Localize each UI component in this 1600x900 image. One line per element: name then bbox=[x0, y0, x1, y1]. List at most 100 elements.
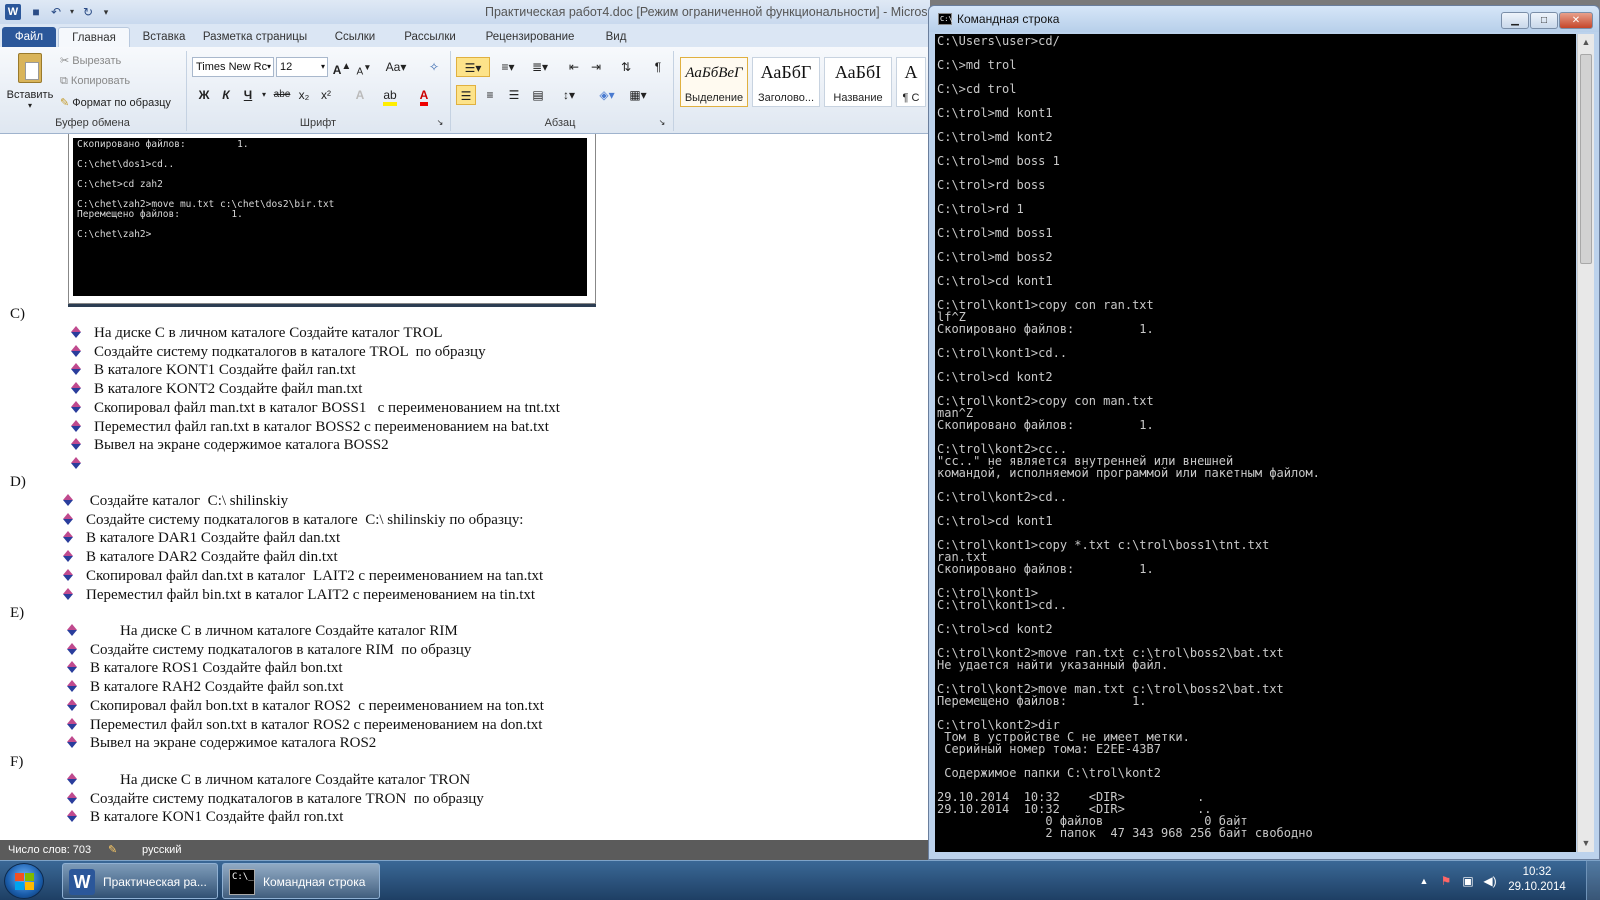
undo-icon[interactable]: ↶ bbox=[48, 4, 64, 20]
line-spacing-button[interactable]: ↕▾ bbox=[556, 85, 582, 105]
cut-button[interactable]: ✂ Вырезать bbox=[60, 54, 121, 67]
word-logo-icon[interactable]: W bbox=[5, 4, 21, 20]
align-left-button[interactable]: ☰ bbox=[456, 85, 476, 105]
scroll-thumb[interactable] bbox=[1580, 54, 1592, 264]
superscript-icon: x² bbox=[321, 88, 331, 102]
font-color-button[interactable]: A bbox=[414, 85, 434, 106]
show-marks-button[interactable]: ¶ bbox=[648, 57, 668, 77]
style-sample: АаБбІ bbox=[834, 62, 882, 82]
list-item-text: На диске С в личном каталоге Создайте ка… bbox=[94, 325, 443, 341]
bold-button[interactable]: Ж bbox=[194, 85, 214, 105]
shading-button[interactable]: ◈▾ bbox=[594, 85, 620, 105]
style-title[interactable]: АаБбІ Название bbox=[824, 57, 892, 107]
underline-button[interactable]: Ч bbox=[238, 85, 258, 105]
save-icon[interactable]: ■ bbox=[28, 4, 44, 20]
underline-dropdown-icon[interactable]: ▾ bbox=[258, 85, 270, 105]
numbered-list-icon: ≡ bbox=[501, 60, 509, 74]
list-item-text: На диске С в личном каталоге Создайте ка… bbox=[90, 772, 471, 788]
scroll-down-icon[interactable]: ▼ bbox=[1578, 835, 1594, 852]
maximize-button[interactable]: □ bbox=[1530, 12, 1558, 29]
document-page[interactable]: Скопировано файлов: 1. C:\chet\dos1>cd..… bbox=[0, 134, 930, 840]
volume-icon[interactable]: ◀) bbox=[1482, 873, 1498, 889]
list-item bbox=[70, 456, 94, 473]
tab-review[interactable]: Рецензирование bbox=[480, 27, 580, 48]
justify-button[interactable]: ▤ bbox=[528, 85, 548, 105]
multilevel-list-button[interactable]: ≣▾ bbox=[526, 57, 554, 77]
list-item: На диске С в личном каталоге Создайте ка… bbox=[70, 325, 443, 342]
undo-dropdown-icon[interactable]: ▾ bbox=[64, 4, 80, 20]
list-item: В каталоге ROS1 Создайте файл bon.txt bbox=[66, 660, 343, 677]
language-indicator[interactable]: русский bbox=[142, 840, 181, 860]
word-count[interactable]: Число слов: 703 bbox=[8, 840, 91, 860]
style-heading[interactable]: АаБбГ Заголово... bbox=[752, 57, 820, 107]
taskbar-item-word[interactable]: W Практическая ра... bbox=[62, 863, 218, 899]
font-dialog-launcher-icon[interactable]: ↘ bbox=[434, 117, 446, 129]
cmd-scrollbar[interactable]: ▲ ▼ bbox=[1577, 34, 1594, 852]
subscript-button[interactable]: x₂ bbox=[294, 85, 314, 105]
align-right-button[interactable]: ☰ bbox=[504, 85, 524, 105]
align-center-button[interactable]: ≡ bbox=[480, 85, 500, 105]
clock-time: 10:32 bbox=[1522, 866, 1552, 878]
style-name: Название bbox=[833, 92, 883, 104]
strikethrough-button[interactable]: abe bbox=[272, 85, 292, 105]
action-center-icon[interactable]: ⚑ bbox=[1438, 873, 1454, 889]
list-item: Создайте систему подкаталогов в каталоге… bbox=[66, 642, 471, 659]
paint-bucket-icon: ◈ bbox=[599, 88, 609, 102]
style-normal[interactable]: А ¶ С bbox=[896, 57, 926, 107]
superscript-button[interactable]: x² bbox=[316, 85, 336, 105]
proofing-icon[interactable]: ✎ bbox=[108, 840, 117, 860]
list-item: Создайте систему подкаталогов в каталоге… bbox=[66, 791, 484, 808]
style-emphasis[interactable]: АаБбВеГ Выделение bbox=[680, 57, 748, 107]
customize-qat-icon[interactable]: ▾ bbox=[98, 4, 114, 20]
list-item: Создайте каталог С:\ shilinskiy bbox=[62, 493, 288, 510]
show-hidden-icons-icon[interactable]: ▲ bbox=[1416, 873, 1432, 889]
arrow-bullet-icon bbox=[70, 344, 84, 358]
taskbar-item-cmd[interactable]: C:\_ Командная строка bbox=[222, 863, 380, 899]
borders-button[interactable]: ▦▾ bbox=[624, 85, 652, 105]
copy-button[interactable]: ⧉ Копировать bbox=[60, 75, 130, 88]
tab-insert[interactable]: Вставка bbox=[134, 27, 194, 48]
tab-page-layout[interactable]: Разметка страницы bbox=[200, 27, 310, 48]
minimize-button[interactable]: ▁ bbox=[1501, 12, 1529, 29]
close-button[interactable]: ✕ bbox=[1559, 12, 1593, 29]
tab-home[interactable]: Главная bbox=[58, 27, 130, 48]
grow-font-button[interactable]: A▲ bbox=[332, 57, 352, 77]
clear-format-button[interactable]: ✧ bbox=[424, 57, 444, 77]
font-name-combo[interactable]: Times New Rc ▾ bbox=[192, 57, 274, 77]
tab-file[interactable]: Файл bbox=[2, 27, 56, 48]
tab-mailings[interactable]: Рассылки bbox=[400, 27, 460, 48]
increase-indent-button[interactable]: ⇥ bbox=[586, 57, 606, 77]
scroll-up-icon[interactable]: ▲ bbox=[1578, 34, 1594, 51]
tab-references[interactable]: Ссылки bbox=[330, 27, 380, 48]
section-label: F) bbox=[10, 754, 24, 770]
redo-icon[interactable]: ↻ bbox=[80, 4, 96, 20]
decrease-indent-button[interactable]: ⇤ bbox=[564, 57, 584, 77]
shrink-font-button[interactable]: A▼ bbox=[354, 57, 374, 77]
paste-button[interactable]: Вставить ▾ bbox=[6, 51, 54, 113]
tab-view[interactable]: Вид bbox=[598, 27, 634, 48]
highlight-button[interactable]: ab bbox=[380, 85, 400, 106]
cmd-console-area[interactable]: C:\Users\user>cd/ C:\>md trol C:\>cd tro… bbox=[935, 34, 1576, 852]
bullets-button[interactable]: ☰▾ bbox=[456, 57, 490, 77]
sort-button[interactable]: ⇅ bbox=[616, 57, 636, 77]
list-item: Вывел на экране содержимое каталога BOSS… bbox=[70, 437, 389, 454]
network-icon[interactable]: ▣ bbox=[1460, 873, 1476, 889]
paragraph-dialog-launcher-icon[interactable]: ↘ bbox=[656, 117, 668, 129]
clock[interactable]: 10:32 29.10.2014 bbox=[1502, 865, 1572, 895]
cmd-window-icon[interactable]: C:\ bbox=[938, 13, 953, 25]
arrow-bullet-icon bbox=[70, 400, 84, 414]
cmd-titlebar[interactable]: C:\ Командная строка ▁ □ ✕ bbox=[929, 6, 1599, 32]
list-item: В каталоге RAH2 Создайте файл son.txt bbox=[66, 679, 343, 696]
change-case-button[interactable]: Aa▾ bbox=[382, 57, 410, 77]
word-titlebar[interactable]: W ■ ↶ ▾ ↻ ▾ Практическая работ4.doc [Реж… bbox=[0, 0, 941, 24]
arrow-bullet-icon bbox=[62, 568, 76, 582]
text-effects-button[interactable]: A bbox=[350, 85, 370, 105]
format-painter-button[interactable]: ✎ Формат по образцу bbox=[60, 96, 171, 109]
italic-icon: К bbox=[222, 88, 230, 102]
embedded-image-border bbox=[68, 304, 596, 307]
font-size-combo[interactable]: 12 ▾ bbox=[276, 57, 328, 77]
numbering-button[interactable]: ≡▾ bbox=[494, 57, 522, 77]
start-button[interactable] bbox=[4, 863, 44, 899]
italic-button[interactable]: К bbox=[216, 85, 236, 105]
show-desktop-button[interactable] bbox=[1586, 861, 1600, 900]
